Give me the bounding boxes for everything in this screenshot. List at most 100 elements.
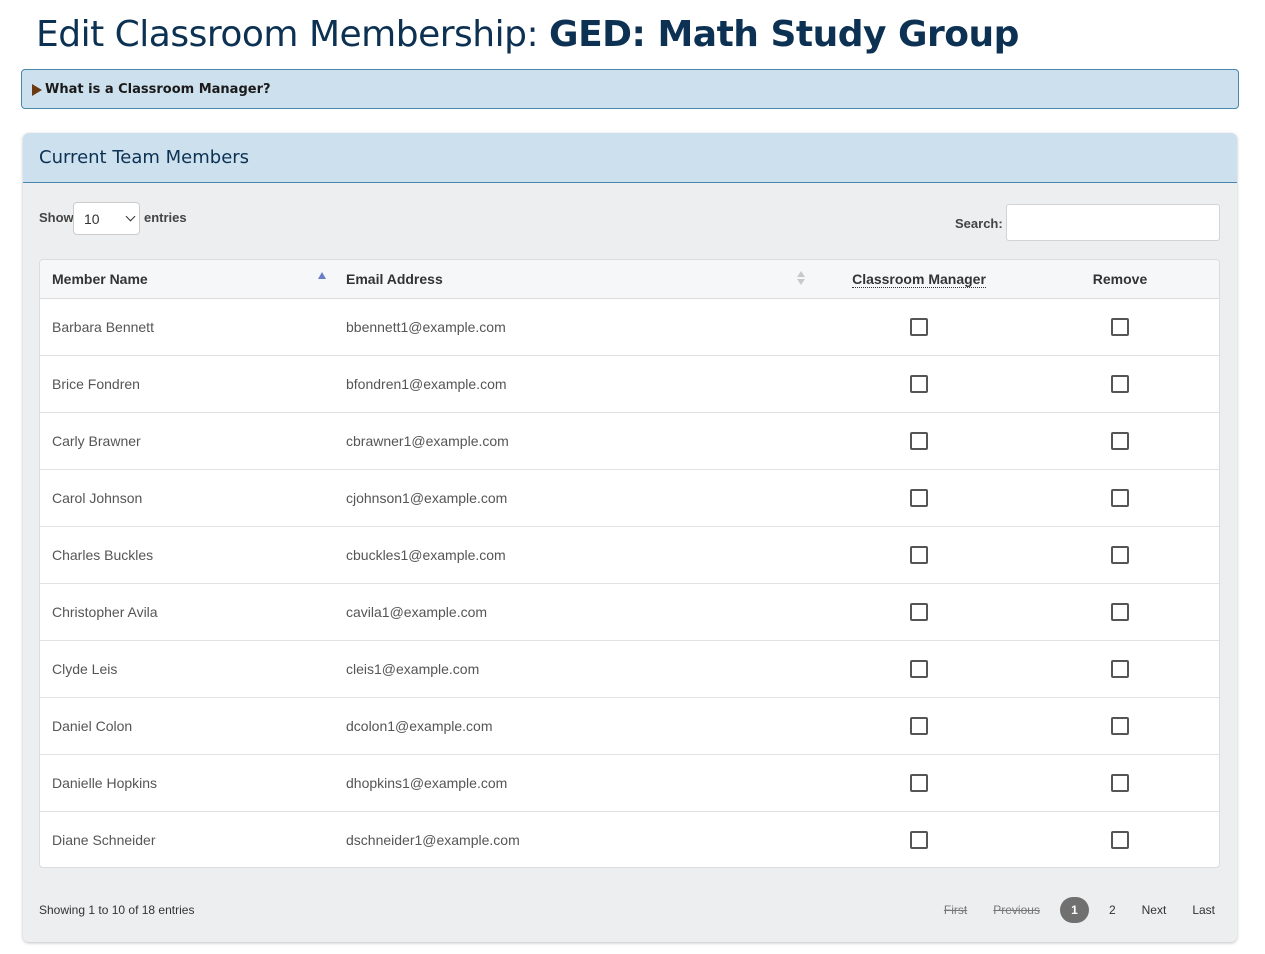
search-label: Search: (955, 216, 1003, 231)
remove-checkbox[interactable] (1111, 545, 1129, 564)
member-name-cell: Brice Fondren (40, 355, 334, 413)
classroom-manager-cell (819, 412, 1019, 470)
classroom-manager-checkbox[interactable] (910, 317, 928, 336)
sort-both-icon (797, 271, 805, 287)
entries-per-page-select[interactable]: 10 (73, 202, 140, 235)
classroom-manager-cell (819, 640, 1019, 698)
pagination: First Previous 1 2 Next Last (924, 897, 1221, 923)
classroom-manager-cell (819, 697, 1019, 755)
remove-checkbox[interactable] (1111, 716, 1129, 735)
remove-column-header: Remove (1019, 260, 1219, 299)
remove-cell (1019, 526, 1219, 584)
email-cell: cavila1@example.com (334, 583, 819, 641)
team-members-card: Current Team Members Show 10 entries Sea… (23, 133, 1237, 942)
classroom-manager-checkbox[interactable] (910, 773, 928, 792)
remove-checkbox[interactable] (1111, 602, 1129, 621)
entries-label: entries (144, 210, 187, 225)
remove-cell (1019, 697, 1219, 755)
table-row: Brice Fondren bfondren1@example.com (40, 355, 1219, 413)
remove-cell (1019, 412, 1219, 470)
remove-checkbox[interactable] (1111, 659, 1129, 678)
email-cell: dhopkins1@example.com (334, 754, 819, 812)
remove-checkbox[interactable] (1111, 374, 1129, 393)
email-cell: cleis1@example.com (334, 640, 819, 698)
members-table-wrapper: Member Name Email Address Classroom Mana… (39, 259, 1220, 868)
member-name-column-header[interactable]: Member Name (40, 260, 334, 299)
classroom-manager-cell (819, 811, 1019, 867)
table-row: Diane Schneider dschneider1@example.com (40, 811, 1219, 867)
remove-checkbox[interactable] (1111, 431, 1129, 450)
pagination-page-1[interactable]: 1 (1059, 897, 1089, 923)
member-name-cell: Charles Buckles (40, 526, 334, 584)
email-cell: cbuckles1@example.com (334, 526, 819, 584)
classroom-manager-checkbox[interactable] (910, 830, 928, 849)
classroom-manager-checkbox[interactable] (910, 431, 928, 450)
email-cell: dcolon1@example.com (334, 697, 819, 755)
member-name-cell: Daniel Colon (40, 697, 334, 755)
member-name-cell: Christopher Avila (40, 583, 334, 641)
table-row: Carol Johnson cjohnson1@example.com (40, 469, 1219, 527)
table-row: Carly Brawner cbrawner1@example.com (40, 412, 1219, 470)
search-input[interactable] (1006, 204, 1220, 241)
pagination-page-2[interactable]: 2 (1103, 903, 1122, 917)
pagination-next[interactable]: Next (1136, 903, 1173, 917)
sort-ascending-icon (318, 272, 326, 279)
classroom-manager-checkbox[interactable] (910, 545, 928, 564)
member-name-cell: Danielle Hopkins (40, 754, 334, 812)
email-cell: bbennett1@example.com (334, 298, 819, 356)
table-info: Showing 1 to 10 of 18 entries (39, 903, 195, 917)
member-name-cell: Carol Johnson (40, 469, 334, 527)
classroom-manager-cell (819, 583, 1019, 641)
classroom-manager-checkbox[interactable] (910, 374, 928, 393)
classroom-manager-cell (819, 355, 1019, 413)
pagination-first[interactable]: First (938, 903, 973, 917)
pagination-last[interactable]: Last (1186, 903, 1221, 917)
remove-cell (1019, 811, 1219, 867)
members-table: Member Name Email Address Classroom Mana… (40, 260, 1219, 867)
email-header-label: Email Address (346, 270, 443, 287)
email-cell: bfondren1@example.com (334, 355, 819, 413)
email-column-header[interactable]: Email Address (334, 260, 819, 299)
remove-checkbox[interactable] (1111, 773, 1129, 792)
classroom-manager-column-header: Classroom Manager (819, 260, 1019, 299)
remove-checkbox[interactable] (1111, 488, 1129, 507)
remove-cell (1019, 583, 1219, 641)
classroom-manager-checkbox[interactable] (910, 659, 928, 678)
classroom-manager-header-label: Classroom Manager (852, 270, 986, 288)
classroom-name: GED: Math Study Group (549, 14, 1019, 55)
table-row: Charles Buckles cbuckles1@example.com (40, 526, 1219, 584)
member-name-cell: Barbara Bennett (40, 298, 334, 356)
member-name-header-label: Member Name (52, 270, 148, 287)
classroom-manager-cell (819, 298, 1019, 356)
classroom-manager-cell (819, 526, 1019, 584)
pagination-previous[interactable]: Previous (987, 903, 1046, 917)
classroom-manager-checkbox[interactable] (910, 488, 928, 507)
email-cell: dschneider1@example.com (346, 831, 520, 848)
email-cell: cbrawner1@example.com (334, 412, 819, 470)
card-header: Current Team Members (23, 133, 1237, 183)
classroom-manager-info-toggle[interactable]: What is a Classroom Manager? (21, 69, 1239, 109)
card-title: Current Team Members (39, 147, 250, 168)
remove-cell (1019, 640, 1219, 698)
classroom-manager-cell (819, 469, 1019, 527)
disclosure-triangle-icon (32, 84, 42, 96)
member-name-cell: Diane Schneider (52, 831, 156, 848)
table-row: Daniel Colon dcolon1@example.com (40, 697, 1219, 755)
member-name-cell: Clyde Leis (40, 640, 334, 698)
remove-cell (1019, 355, 1219, 413)
show-label: Show (39, 210, 74, 225)
remove-header-label: Remove (1092, 270, 1148, 287)
remove-cell (1019, 754, 1219, 812)
table-row: Clyde Leis cleis1@example.com (40, 640, 1219, 698)
page-title-prefix: Edit Classroom Membership: (36, 14, 550, 55)
page-title: Edit Classroom Membership: GED: Math Stu… (36, 14, 1019, 55)
member-name-cell: Carly Brawner (40, 412, 334, 470)
table-row: Barbara Bennett bbennett1@example.com (40, 298, 1219, 356)
remove-cell (1019, 298, 1219, 356)
details-summary-label: What is a Classroom Manager? (45, 82, 271, 97)
email-cell: cjohnson1@example.com (334, 469, 819, 527)
remove-checkbox[interactable] (1111, 830, 1129, 849)
classroom-manager-checkbox[interactable] (910, 716, 928, 735)
remove-checkbox[interactable] (1111, 317, 1129, 336)
classroom-manager-checkbox[interactable] (910, 602, 928, 621)
